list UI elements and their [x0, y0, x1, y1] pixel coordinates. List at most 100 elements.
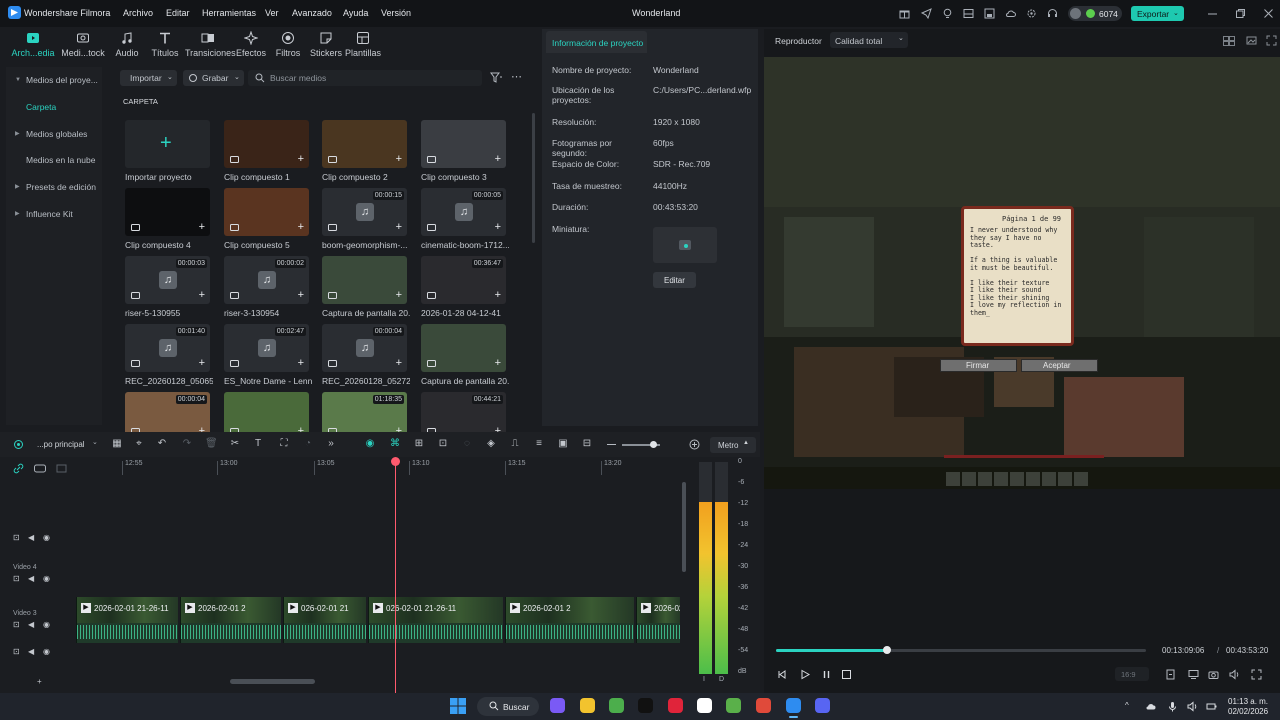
add-to-timeline-icon[interactable]: + [396, 358, 402, 369]
track-visibility-icon[interactable]: ◉ [43, 574, 50, 583]
fullscreen-icon[interactable] [1251, 669, 1262, 680]
sidebar-item-influence-kit[interactable]: ▶ Influence Kit [6, 203, 102, 225]
sidebar-item-medios-nube[interactable]: Medios en la nube [6, 149, 102, 171]
more-tools-icon[interactable]: » [325, 438, 337, 450]
monitor-icon[interactable] [1188, 669, 1199, 680]
track-lock-icon[interactable]: ⊡ [13, 574, 20, 583]
track-visibility-icon[interactable]: ◉ [43, 533, 50, 542]
menu-archivo[interactable]: Archivo [123, 8, 153, 18]
cloud-icon[interactable] [1005, 8, 1016, 19]
copilot-icon[interactable] [550, 698, 565, 713]
text-icon[interactable]: T [252, 438, 264, 450]
tray-battery-icon[interactable] [1206, 701, 1217, 712]
tray-mic-icon[interactable] [1167, 701, 1178, 712]
crop-icon[interactable]: ⛶ [278, 438, 290, 450]
snapshot-icon[interactable] [1246, 35, 1257, 46]
sign-book-button[interactable]: Firmar [940, 359, 1017, 372]
add-to-timeline-icon[interactable]: + [495, 358, 501, 369]
edit-thumbnail-button[interactable]: Editar [653, 272, 696, 288]
export-button[interactable]: Exportar ⌄ [1131, 6, 1184, 21]
clock-date[interactable]: 02/02/2026 [1228, 707, 1268, 716]
step-back-icon[interactable] [777, 669, 788, 680]
media-thumbnail[interactable]: + [421, 324, 506, 372]
track-mute-icon[interactable]: ◀ [28, 647, 34, 656]
media-thumbnail[interactable]: + [125, 120, 210, 168]
tab-archivos-media[interactable]: Arch...edia [10, 31, 56, 58]
media-thumbnail[interactable]: + [224, 120, 309, 168]
track-mute-icon[interactable]: ◀ [28, 574, 34, 583]
media-thumbnail[interactable]: ♫ 00:00:15 + [322, 188, 407, 236]
tray-speaker-icon[interactable] [1187, 701, 1198, 712]
ai-cut-icon[interactable]: ◉ [364, 438, 376, 450]
send-icon[interactable] [921, 8, 932, 19]
timeline-clip[interactable]: ▶ 2026-02-01 2 [180, 597, 281, 643]
layout-icon[interactable] [963, 8, 974, 19]
split-icon[interactable]: ✂ [229, 438, 241, 450]
discord-icon[interactable] [815, 698, 830, 713]
timeline-clip[interactable]: ▶ 2026-02-01 2 [505, 597, 634, 643]
accept-book-button[interactable]: Aceptar [1021, 359, 1098, 372]
motion-icon[interactable]: ⊡ [437, 438, 449, 450]
add-to-timeline-icon[interactable]: + [495, 154, 501, 165]
media-thumbnail[interactable]: ♫ 00:02:47 + [224, 324, 309, 372]
camera-icon[interactable] [1208, 669, 1219, 680]
add-to-timeline-icon[interactable]: + [199, 290, 205, 301]
menu-avanzado[interactable]: Avanzado [292, 8, 332, 18]
media-thumbnail[interactable]: ♫ 00:00:02 + [224, 256, 309, 304]
restore-icon[interactable] [1235, 8, 1246, 19]
media-thumbnail[interactable]: ♫ 00:00:05 + [421, 188, 506, 236]
menu-version[interactable]: Versión [381, 8, 411, 18]
lightbulb-icon[interactable] [942, 8, 953, 19]
track-lock-icon[interactable]: ⊡ [13, 620, 20, 629]
scrubber-handle[interactable] [883, 646, 891, 654]
track-visibility-icon[interactable]: ◉ [43, 620, 50, 629]
tab-plantillas[interactable]: Plantillas [340, 31, 386, 58]
media-thumbnail[interactable]: + [322, 256, 407, 304]
track-visibility-icon[interactable]: ◉ [43, 647, 50, 656]
media-thumbnail[interactable]: ♫ 00:00:03 + [125, 256, 210, 304]
fullscreen-preview-icon[interactable] [1266, 35, 1277, 46]
playback-scrubber[interactable] [776, 646, 1146, 654]
settings-icon[interactable] [1026, 8, 1037, 19]
play-icon[interactable] [799, 669, 810, 680]
menu-herramientas[interactable]: Herramientas [202, 8, 256, 18]
snap-icon[interactable]: ⌘ [389, 438, 401, 450]
chrome-icon[interactable] [756, 698, 771, 713]
add-to-timeline-icon[interactable]: + [199, 358, 205, 369]
tiktok-icon[interactable] [638, 698, 653, 713]
track-add-icon[interactable]: + [37, 677, 42, 686]
video-preview[interactable]: Página 1 de 99 I never understood why th… [764, 57, 1280, 489]
playhead-handle[interactable] [391, 457, 400, 466]
undo-icon[interactable]: ↶ [156, 438, 168, 450]
volume-icon[interactable] [1229, 669, 1240, 680]
tab-media-stock[interactable]: Medi...tock [60, 31, 106, 58]
add-to-timeline-icon[interactable]: + [298, 154, 304, 165]
media-thumbnail[interactable]: ♫ 00:01:40 + [125, 324, 210, 372]
pause-icon[interactable] [821, 669, 832, 680]
headset-icon[interactable] [1047, 8, 1058, 19]
zoom-out-icon[interactable] [607, 444, 616, 445]
render-preview-icon[interactable] [1165, 669, 1176, 680]
add-to-timeline-icon[interactable]: + [396, 154, 402, 165]
add-to-timeline-icon[interactable]: + [298, 290, 304, 301]
timeline-clip[interactable]: ▶2026-02 [636, 597, 680, 643]
grid-view-icon[interactable] [1223, 36, 1235, 46]
opera-icon[interactable] [668, 698, 683, 713]
credits-badge[interactable]: 6074 [1068, 6, 1122, 21]
book-page[interactable]: Página 1 de 99 I never understood why th… [961, 206, 1074, 346]
media-scrollbar[interactable] [532, 113, 535, 243]
menu-editar[interactable]: Editar [166, 8, 190, 18]
sidebar-item-presets[interactable]: ▶ Presets de edición [6, 176, 102, 198]
timeline-hscrollbar[interactable] [230, 679, 315, 684]
multicam-icon[interactable]: ▦ [111, 438, 123, 450]
save-icon[interactable] [984, 8, 995, 19]
zoom-in-icon[interactable] [689, 439, 700, 450]
select-icon[interactable]: ⌖ [133, 438, 145, 450]
media-thumbnail[interactable]: 00:36:47 + [421, 256, 506, 304]
subtitle-icon[interactable]: ⊟ [581, 438, 593, 450]
media-thumbnail[interactable]: ♫ 00:00:04 + [322, 324, 407, 372]
tab-transiciones[interactable]: Transiciones [185, 31, 236, 58]
track-mute-icon[interactable]: ◀ [28, 533, 34, 542]
redo-icon[interactable]: ↷ [181, 438, 193, 450]
minecraft-icon[interactable] [609, 698, 624, 713]
